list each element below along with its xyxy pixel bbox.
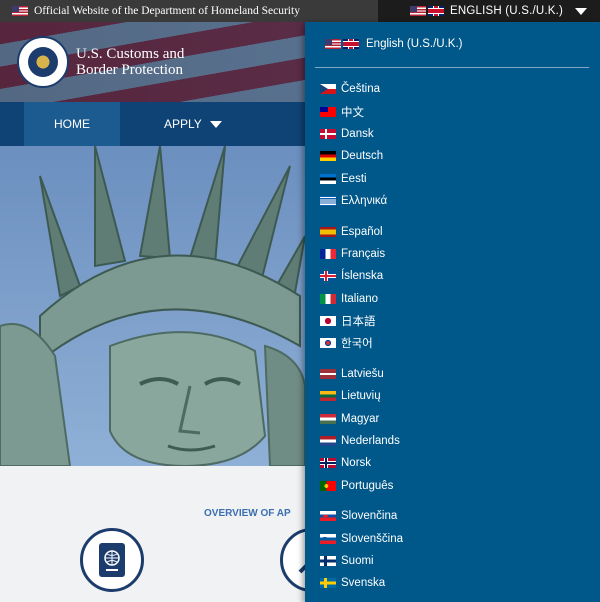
france-flag-icon [320,248,336,259]
us-flag-icon [12,6,28,16]
official-website-banner: Official Website of the Department of Ho… [0,0,378,22]
korea-flag-icon [320,338,336,349]
language-name: Íslenska [341,270,384,283]
estonia-flag-icon [320,173,336,184]
germany-flag-icon [320,151,336,162]
language-item-norwegian[interactable]: Norsk [320,452,403,474]
finland-flag-icon [320,556,336,566]
agency-name-line2: Border Protection [76,62,184,78]
language-name: Lietuvių [341,390,381,403]
language-name: Suomi [341,555,374,567]
language-item-czech[interactable]: Čeština [320,78,403,100]
language-item-italian[interactable]: Italiano [320,288,403,310]
uk-flag-icon [343,39,359,49]
language-name: Português [341,479,394,492]
us-flag-icon [325,39,341,49]
language-name: Norsk [341,457,372,470]
greece-flag-icon [320,196,336,207]
hero-image [0,146,305,466]
spain-flag-icon [320,226,336,237]
language-list: Čeština 中文 Dansk Deutsch Eesti Ελληνικά … [320,78,403,595]
language-item-german[interactable]: Deutsch [320,145,403,167]
language-item-slovak[interactable]: Slovenčina [320,505,403,527]
uk-flag-icon [428,6,444,16]
passport-icon[interactable] [80,528,144,592]
us-flag-icon [410,6,426,16]
language-name: Magyar [341,412,380,425]
language-name: Italiano [341,292,379,305]
hungary-flag-icon [320,413,336,424]
language-selector-label: ENGLISH (U.S./U.K.) [450,5,564,17]
language-item-latvian[interactable]: Latviešu [320,363,403,385]
language-name: Ελληνικά [341,195,388,208]
language-name: Deutsch [341,150,384,163]
official-website-text: Official Website of the Department of Ho… [34,5,300,17]
top-bar: Official Website of the Department of Ho… [0,0,600,22]
language-name: 日本語 [341,316,376,329]
norway-flag-icon [320,458,336,469]
language-item-estonian[interactable]: Eesti [320,168,403,190]
language-name: Eesti [341,172,367,185]
latvia-flag-icon [320,368,336,379]
nav-apply-label: APPLY [164,117,202,131]
overview-section: OVERVIEW OF AP [0,466,344,602]
language-name: Slovenščina [341,532,404,545]
language-selector-toggle[interactable]: ENGLISH (U.S./U.K.) [410,0,588,22]
language-item-lithuanian[interactable]: Lietuvių [320,385,403,407]
language-item-japanese[interactable]: 日本語 [320,310,403,332]
language-name: Español [341,225,383,238]
statue-of-liberty-image [0,146,305,466]
language-name: Latviešu [341,367,384,380]
denmark-flag-icon [320,128,336,139]
current-language[interactable]: English (U.S./U.K.) [325,38,463,50]
language-name: Čeština [341,83,380,96]
language-name: 中文 [341,106,364,119]
language-name: Slovenčina [341,510,398,523]
nav-apply[interactable]: APPLY [164,102,222,146]
language-item-spanish[interactable]: Español [320,220,403,242]
nav-home[interactable]: HOME [24,102,120,146]
language-item-slovenian[interactable]: Slovenščina [320,527,403,549]
sweden-flag-icon [320,578,336,589]
italy-flag-icon [320,293,336,304]
language-name: Français [341,247,386,260]
slovakia-flag-icon [320,511,336,522]
lithuania-flag-icon [320,391,336,402]
language-item-french[interactable]: Français [320,243,403,265]
language-name: Svenska [341,577,386,590]
language-item-hungarian[interactable]: Magyar [320,407,403,429]
taiwan-flag-icon [320,106,336,117]
language-item-danish[interactable]: Dansk [320,123,403,145]
language-item-finnish[interactable]: Suomi [320,550,403,572]
netherlands-flag-icon [320,436,336,447]
language-item-dutch[interactable]: Nederlands [320,430,403,452]
language-item-portuguese[interactable]: Português [320,475,403,497]
language-item-chinese[interactable]: 中文 [320,100,403,122]
caret-down-icon [575,7,588,15]
language-name: Dansk [341,127,374,140]
agency-name[interactable]: U.S. Customs and Border Protection [76,46,184,78]
dropdown-divider [315,67,589,68]
language-item-korean[interactable]: 한국어 [320,332,403,354]
passport-glyph [99,543,125,577]
language-dropdown: English (U.S./U.K.) Čeština 中文 Dansk Deu… [305,22,600,602]
language-name: 한국어 [341,338,373,351]
dhs-seal-logo[interactable] [17,36,69,88]
overview-title: OVERVIEW OF AP [204,508,291,519]
caret-down-icon [209,120,222,128]
agency-name-line1: U.S. Customs and [76,46,185,62]
language-item-swedish[interactable]: Svenska [320,572,403,594]
language-name: Nederlands [341,435,400,448]
czech-flag-icon [320,84,336,95]
iceland-flag-icon [320,271,336,282]
language-item-greek[interactable]: Ελληνικά [320,190,403,212]
current-language-label: English (U.S./U.K.) [366,38,463,50]
japan-flag-icon [320,316,336,327]
portugal-flag-icon [320,480,336,491]
language-item-icelandic[interactable]: Íslenska [320,265,403,287]
slovenia-flag-icon [320,533,336,544]
